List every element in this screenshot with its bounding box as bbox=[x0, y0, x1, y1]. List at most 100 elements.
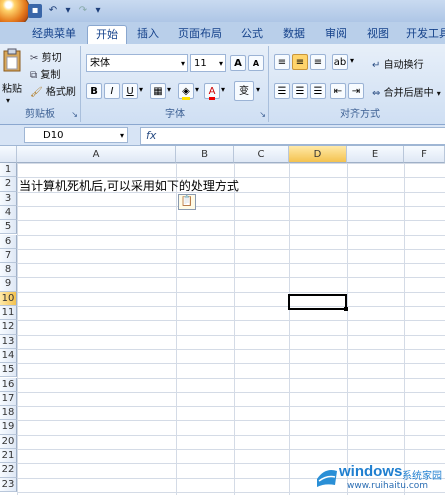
clipboard-group-label: 剪贴板 bbox=[25, 109, 55, 120]
col-header-e[interactable]: E bbox=[347, 146, 404, 163]
col-header-f[interactable]: F bbox=[404, 146, 445, 163]
grow-font-button[interactable]: A bbox=[230, 55, 246, 71]
font-size-value: 11 bbox=[194, 58, 207, 69]
row-header-2[interactable]: 2 bbox=[0, 177, 17, 192]
col-header-c[interactable]: C bbox=[234, 146, 289, 163]
undo-icon[interactable]: ↶ bbox=[46, 4, 60, 18]
row-header-14[interactable]: 14 bbox=[0, 348, 17, 364]
tab-formulas[interactable]: 公式 bbox=[235, 25, 269, 43]
copy-icon: ⧉ bbox=[30, 70, 38, 81]
row-header-16[interactable]: 16 bbox=[0, 377, 17, 392]
orientation-dropdown-icon[interactable]: ▾ bbox=[350, 56, 354, 65]
watermark-url: www.ruihaitu.com bbox=[347, 481, 429, 491]
tab-home[interactable]: 开始 bbox=[87, 25, 127, 45]
row-header-15[interactable]: 15 bbox=[0, 363, 17, 378]
formula-input[interactable]: fx bbox=[140, 127, 445, 145]
save-icon[interactable]: ▪ bbox=[28, 4, 42, 18]
row-header-22[interactable]: 22 bbox=[0, 463, 17, 478]
phonetic-button[interactable]: 变 bbox=[234, 81, 254, 101]
tab-review[interactable]: 审阅 bbox=[319, 25, 353, 43]
fill-color-button[interactable]: ◈ bbox=[178, 83, 194, 100]
borders-button[interactable]: ▦ bbox=[150, 83, 166, 99]
increase-indent-button[interactable]: ⇥ bbox=[348, 83, 364, 99]
row-header-13[interactable]: 13 bbox=[0, 334, 17, 349]
row-header-11[interactable]: 11 bbox=[0, 306, 17, 321]
tab-insert[interactable]: 插入 bbox=[131, 25, 165, 43]
col-header-a[interactable]: A bbox=[17, 146, 176, 163]
row-header-12[interactable]: 12 bbox=[0, 320, 17, 335]
name-box[interactable]: D10 ▾ bbox=[24, 127, 128, 143]
font-color-button[interactable]: A bbox=[204, 83, 220, 100]
phonetic-dropdown-icon[interactable]: ▾ bbox=[256, 85, 260, 94]
underline-button[interactable]: U bbox=[122, 83, 138, 99]
chevron-down-icon: ▾ bbox=[218, 59, 223, 68]
row-header-4[interactable]: 4 bbox=[0, 205, 17, 221]
row-header-3[interactable]: 3 bbox=[0, 191, 17, 206]
align-left-icon: ☰ bbox=[277, 86, 287, 97]
fill-dropdown-icon[interactable]: ▾ bbox=[195, 85, 199, 94]
row-header-1[interactable]: 1 bbox=[0, 163, 17, 178]
row-header-19[interactable]: 19 bbox=[0, 420, 17, 435]
paste-options-icon[interactable]: 📋 bbox=[178, 194, 196, 210]
tab-developer[interactable]: 开发工具 bbox=[403, 25, 445, 43]
row-header-8[interactable]: 8 bbox=[0, 263, 17, 278]
align-center-button[interactable]: ☰ bbox=[292, 83, 308, 99]
paint-bucket-icon: ◈ bbox=[182, 86, 190, 100]
font-launcher-icon[interactable]: ↘ bbox=[259, 110, 266, 119]
cut-button[interactable]: ✂ 剪切 bbox=[30, 49, 62, 64]
chevron-down-icon: ▾ bbox=[436, 89, 441, 98]
row-header-9[interactable]: 9 bbox=[0, 277, 17, 292]
borders-dropdown-icon[interactable]: ▾ bbox=[167, 85, 171, 94]
row-header-5[interactable]: 5 bbox=[0, 220, 17, 235]
row-header-7[interactable]: 7 bbox=[0, 248, 17, 264]
merge-center-button[interactable]: ⇔ 合并后居中 ▾ bbox=[372, 84, 441, 99]
row-header-17[interactable]: 17 bbox=[0, 391, 17, 407]
row-header-20[interactable]: 20 bbox=[0, 434, 17, 449]
row-header-21[interactable]: 21 bbox=[0, 449, 17, 464]
align-right-button[interactable]: ☰ bbox=[310, 83, 326, 99]
active-cell-d10[interactable] bbox=[288, 294, 347, 310]
align-top-button[interactable]: ≡ bbox=[274, 54, 290, 70]
italic-button[interactable]: I bbox=[104, 83, 120, 99]
row-header-10[interactable]: 10 bbox=[0, 291, 17, 306]
bold-button[interactable]: B bbox=[86, 83, 102, 99]
align-left-button[interactable]: ☰ bbox=[274, 83, 290, 99]
tab-classic-menu[interactable]: 经典菜单 bbox=[28, 25, 80, 43]
align-middle-button[interactable]: ≡ bbox=[292, 54, 308, 70]
select-all-corner[interactable] bbox=[0, 146, 17, 163]
worksheet-grid[interactable]: A B C D E F 1 2 3 4 5 6 7 8 9 10 11 12 13 14 15 16 17 18 1… bbox=[0, 146, 445, 495]
bold-icon: B bbox=[90, 86, 98, 97]
font-name-select[interactable]: 宋体 ▾ bbox=[86, 54, 188, 72]
shrink-font-button[interactable]: A bbox=[248, 55, 264, 71]
format-painter-button[interactable]: 🖌 格式刷 bbox=[30, 83, 76, 98]
row-header-23[interactable]: 23 bbox=[0, 477, 17, 492]
clipboard-launcher-icon[interactable]: ↘ bbox=[71, 110, 78, 119]
align-middle-icon: ≡ bbox=[295, 57, 305, 68]
decrease-indent-button[interactable]: ⇤ bbox=[330, 83, 346, 99]
font-size-select[interactable]: 11 ▾ bbox=[190, 54, 226, 72]
orientation-button[interactable]: ab bbox=[332, 54, 348, 70]
fx-icon[interactable]: fx bbox=[146, 128, 156, 144]
align-bottom-button[interactable]: ≡ bbox=[310, 54, 326, 70]
wrap-text-button[interactable]: ↵ 自动换行 bbox=[372, 56, 424, 71]
paste-icon[interactable] bbox=[2, 48, 22, 78]
underline-dropdown-icon[interactable]: ▾ bbox=[139, 85, 143, 94]
paste-dropdown-icon[interactable]: ▾ bbox=[6, 96, 10, 105]
paste-button[interactable]: 粘贴 bbox=[2, 80, 22, 95]
col-header-b[interactable]: B bbox=[176, 146, 234, 163]
copy-button[interactable]: ⧉ 复制 bbox=[30, 66, 60, 81]
col-header-d[interactable]: D bbox=[289, 146, 347, 163]
tab-data[interactable]: 数据 bbox=[277, 25, 311, 43]
gridlines bbox=[17, 163, 445, 495]
chevron-down-icon[interactable]: ▾ bbox=[120, 128, 124, 144]
redo-icon[interactable]: ↷ bbox=[76, 4, 90, 18]
qat-customize-icon[interactable]: ▾ bbox=[94, 4, 102, 18]
tab-view[interactable]: 视图 bbox=[361, 25, 395, 43]
fill-handle[interactable] bbox=[344, 307, 348, 311]
undo-dropdown-icon[interactable]: ▾ bbox=[64, 4, 72, 18]
tab-page-layout[interactable]: 页面布局 bbox=[172, 25, 228, 43]
cell-a2[interactable]: 当计算机死机后,可以采用如下的处理方式 bbox=[19, 177, 239, 194]
row-header-18[interactable]: 18 bbox=[0, 406, 17, 421]
row-header-6[interactable]: 6 bbox=[0, 234, 17, 249]
font-color-dropdown-icon[interactable]: ▾ bbox=[221, 85, 225, 94]
